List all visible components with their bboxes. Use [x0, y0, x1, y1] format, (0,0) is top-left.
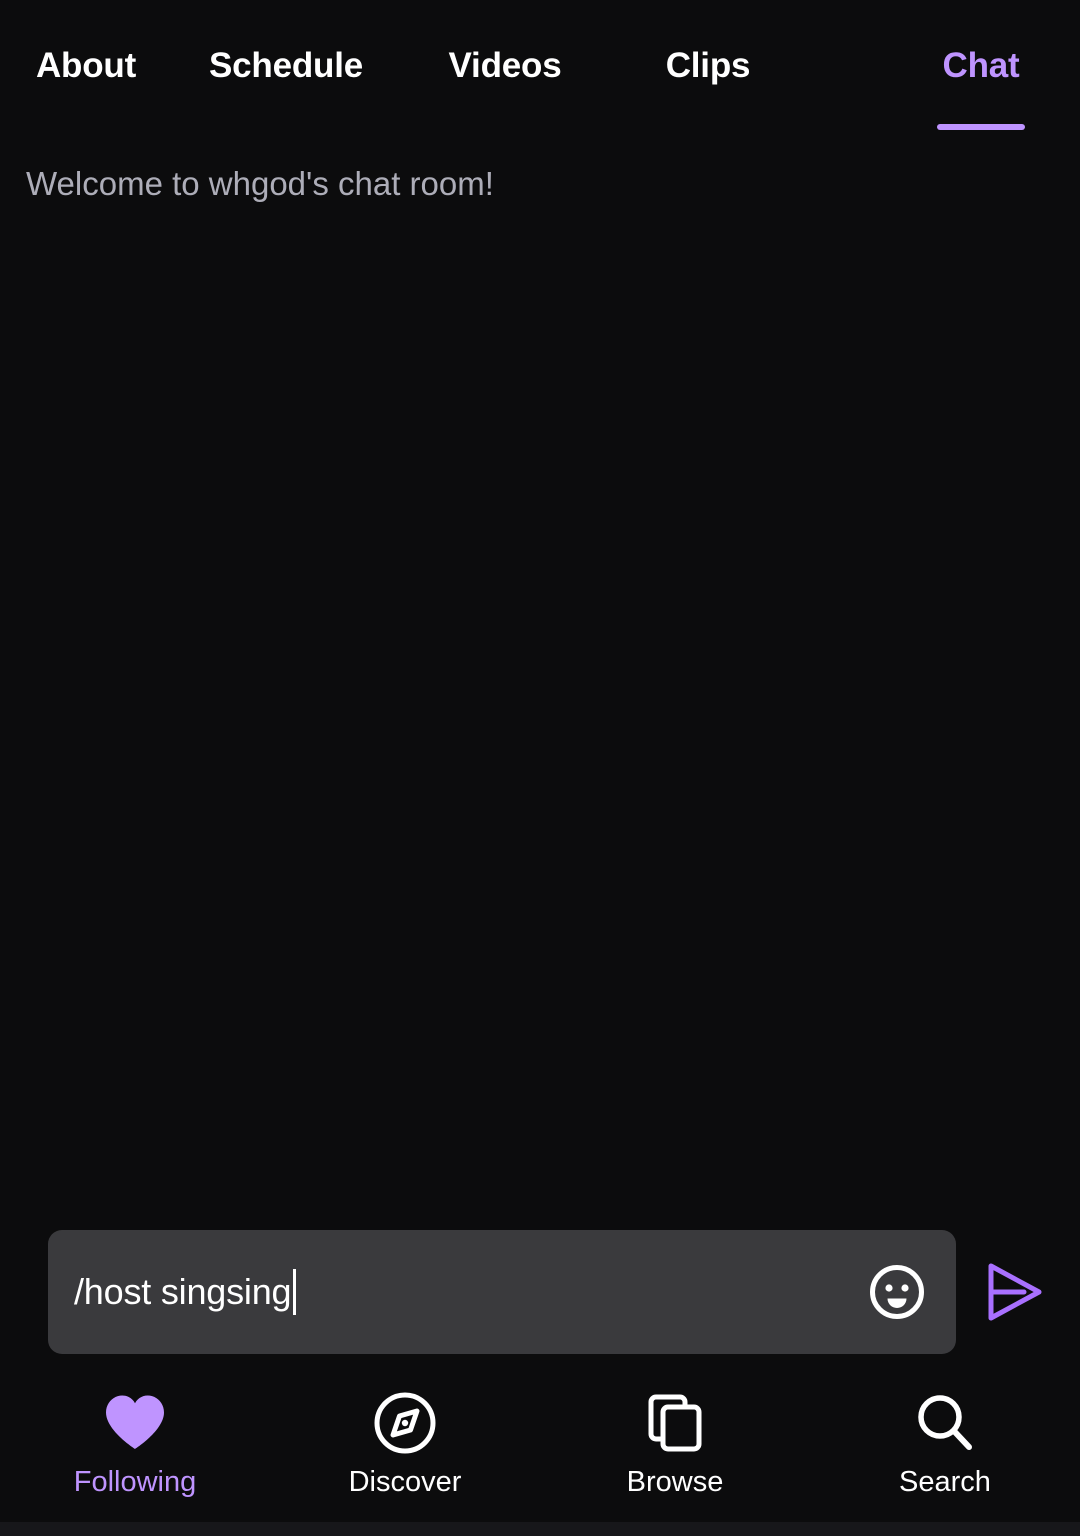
nav-item-discover-label: Discover — [348, 1466, 462, 1498]
send-arrow-icon — [988, 1263, 1042, 1321]
heart-icon — [102, 1386, 168, 1460]
cards-icon — [643, 1386, 707, 1460]
nav-item-discover[interactable]: Discover — [270, 1386, 540, 1499]
text-caret — [293, 1269, 297, 1315]
chat-input-container[interactable]: /host singsing — [48, 1230, 956, 1354]
tab-clips-label: Clips — [665, 46, 751, 85]
smiley-face-icon[interactable] — [864, 1259, 930, 1325]
tab-active-underline — [937, 124, 1025, 130]
tab-videos-label: Videos — [448, 46, 562, 85]
tab-schedule-label: Schedule — [208, 46, 363, 85]
nav-item-browse-label: Browse — [626, 1466, 724, 1498]
chat-system-message: Welcome to whgod's chat room! — [26, 165, 494, 202]
tab-videos[interactable]: Videos — [400, 0, 610, 148]
tab-chat-label: Chat — [942, 46, 1020, 85]
nav-item-browse[interactable]: Browse — [540, 1386, 810, 1499]
nav-item-following[interactable]: Following — [0, 1386, 270, 1499]
nav-item-following-label: Following — [73, 1466, 197, 1498]
bottom-navigation-bar: Following Discover Browse Search — [0, 1372, 1080, 1536]
chat-message-list[interactable]: Welcome to whgod's chat room! — [0, 148, 1080, 1212]
tab-about[interactable]: About — [0, 0, 172, 148]
tab-clips[interactable]: Clips — [610, 0, 806, 148]
search-icon — [913, 1386, 977, 1460]
channel-tab-bar: About Schedule Videos Clips Chat — [0, 0, 1080, 148]
send-message-button[interactable] — [972, 1249, 1058, 1335]
nav-item-search[interactable]: Search — [810, 1386, 1080, 1499]
nav-item-search-label: Search — [899, 1466, 991, 1498]
chat-input-value: /host singsing — [74, 1271, 292, 1312]
tab-about-label: About — [35, 46, 137, 85]
chat-screen: About Schedule Videos Clips Chat Welcome… — [0, 0, 1080, 1536]
chat-composer: /host singsing — [0, 1212, 1080, 1372]
chat-input-field[interactable]: /host singsing — [74, 1269, 864, 1315]
tab-chat[interactable]: Chat — [886, 0, 1076, 148]
home-indicator-strip — [0, 1522, 1080, 1536]
tab-schedule[interactable]: Schedule — [172, 0, 400, 148]
compass-icon — [372, 1386, 438, 1460]
